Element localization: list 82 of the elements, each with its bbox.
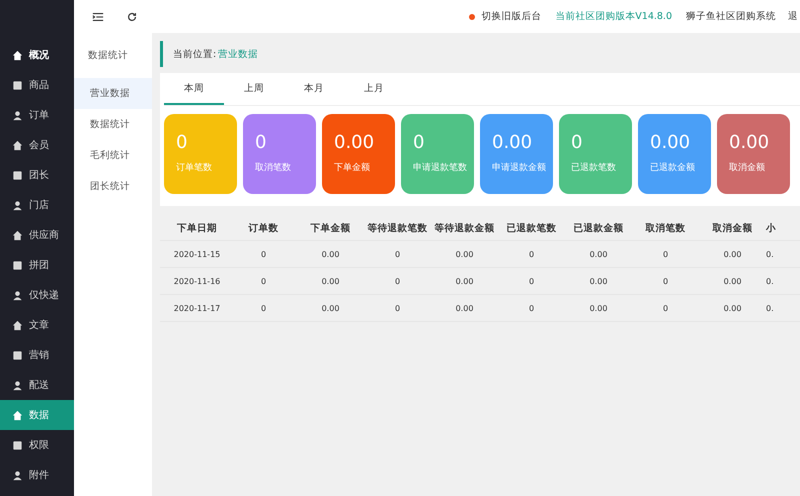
nav-item[interactable]: 配送 (0, 370, 74, 400)
stat-label: 申请退款金额 (492, 162, 547, 174)
table-cell-text: 0. (766, 250, 775, 258)
stat-value: 0 (176, 132, 188, 153)
table-cell-text: 0 (260, 250, 268, 258)
table-cell-text: 0 (528, 250, 536, 258)
stat-label: 已退款金额 (650, 162, 696, 174)
stat-label: 申请退款笔数 (413, 162, 468, 174)
period-tab[interactable]: 上月 (344, 73, 404, 105)
nav-item[interactable]: 商品 (0, 70, 74, 100)
nav-item[interactable]: 团长 (0, 160, 74, 190)
column-header: 等待退款金额 (434, 222, 496, 234)
stat-value: 0 (255, 132, 268, 153)
table-cell-text: 0 (394, 276, 402, 286)
column-header: 取消笔数 (644, 222, 686, 234)
nav-item[interactable]: 权限 (0, 430, 74, 460)
period-tab[interactable]: 本月 (284, 73, 344, 105)
table-cell-text: 0.00 (588, 304, 608, 312)
stat-label: 下单金额 (334, 162, 371, 174)
table-cell-text: 0.00 (588, 250, 608, 258)
table-cell-text: 0.00 (722, 276, 742, 286)
table-cell-text: 0.00 (722, 250, 742, 258)
table-cell-text: 0 (394, 304, 402, 312)
column-header: 小 (766, 222, 777, 234)
stat-label: 取消笔数 (255, 162, 292, 174)
table-cell-text: 0 (662, 250, 670, 258)
breadcrumb-label: 当前位置: (173, 48, 216, 60)
nav-item[interactable]: 订单 (0, 100, 74, 130)
nav-item[interactable]: 营销 (0, 340, 74, 370)
table-cell-text: 0.00 (722, 304, 742, 312)
column-header: 已退款笔数 (506, 222, 558, 234)
table-cell-text: 2020-11-15 (172, 250, 222, 258)
nav-item[interactable]: 数据 (0, 400, 74, 430)
column-header: 下单日期 (176, 222, 218, 234)
stat-value: 0.00 (650, 132, 692, 153)
stat-label: 取消金额 (729, 162, 766, 174)
table-cell-text: 2020-11-16 (172, 276, 222, 286)
nav-item[interactable]: 会员 (0, 130, 74, 160)
stat-value: 0.00 (729, 132, 770, 153)
subnav-item[interactable]: 营业数据 (74, 78, 152, 109)
table-cell-text: 0.00 (320, 304, 340, 312)
table-cell-text: 0.00 (454, 250, 474, 258)
table-cell-text: 0 (528, 304, 536, 312)
nav-item[interactable]: 附件 (0, 460, 74, 490)
logout-link[interactable]: 退 (788, 10, 798, 23)
table-cell-text: 0. (766, 304, 775, 312)
stat-label: 订单笔数 (176, 162, 213, 174)
column-header: 取消金额 (712, 222, 754, 234)
table-cell-text: 0.00 (320, 276, 340, 286)
table-cell-text: 2020-11-17 (172, 304, 222, 312)
nav-item[interactable]: 拼团 (0, 250, 74, 280)
table-cell-text: 0 (394, 250, 402, 258)
column-header: 订单数 (247, 222, 280, 234)
nav-item[interactable]: 文章 (0, 310, 74, 340)
stat-value: 0.00 (334, 132, 376, 153)
nav-item[interactable]: 概况 (0, 40, 74, 70)
nav-item[interactable]: 仅快递 (0, 280, 74, 310)
table-cell-text: 0 (528, 276, 536, 286)
table-cell-text: 0 (662, 276, 670, 286)
system-name: 狮子鱼社区团购系统 (686, 10, 776, 23)
nav-item[interactable]: 门店 (0, 190, 74, 220)
stat-value: 0.00 (492, 132, 534, 153)
table-cell-text: 0.00 (320, 250, 340, 258)
table-cell-text: 0.00 (454, 304, 474, 312)
stat-value: 0 (571, 132, 584, 153)
nav-item[interactable]: 供应商 (0, 220, 74, 250)
period-tab[interactable]: 上周 (224, 73, 284, 105)
switch-link[interactable]: 切换旧版后台 (481, 10, 542, 23)
table-cell-text: 0 (260, 276, 268, 286)
table-cell-text: 0.00 (454, 276, 474, 286)
table-cell-text: 0 (662, 304, 670, 312)
version-text: 当前社区团购版本V14.8.0 (555, 10, 672, 23)
stat-label: 已退款笔数 (571, 162, 617, 174)
period-tab[interactable]: 本周 (164, 73, 224, 105)
column-header: 等待退款笔数 (366, 222, 428, 234)
stat-value: 0 (413, 132, 426, 153)
table-cell-text: 0. (766, 276, 775, 286)
column-header: 已退款金额 (572, 222, 624, 234)
table-cell-text: 0 (260, 304, 268, 312)
subnav-title: 数据统计 (87, 49, 129, 63)
column-header: 下单金额 (310, 222, 352, 234)
table-cell-text: 0.00 (588, 276, 608, 286)
